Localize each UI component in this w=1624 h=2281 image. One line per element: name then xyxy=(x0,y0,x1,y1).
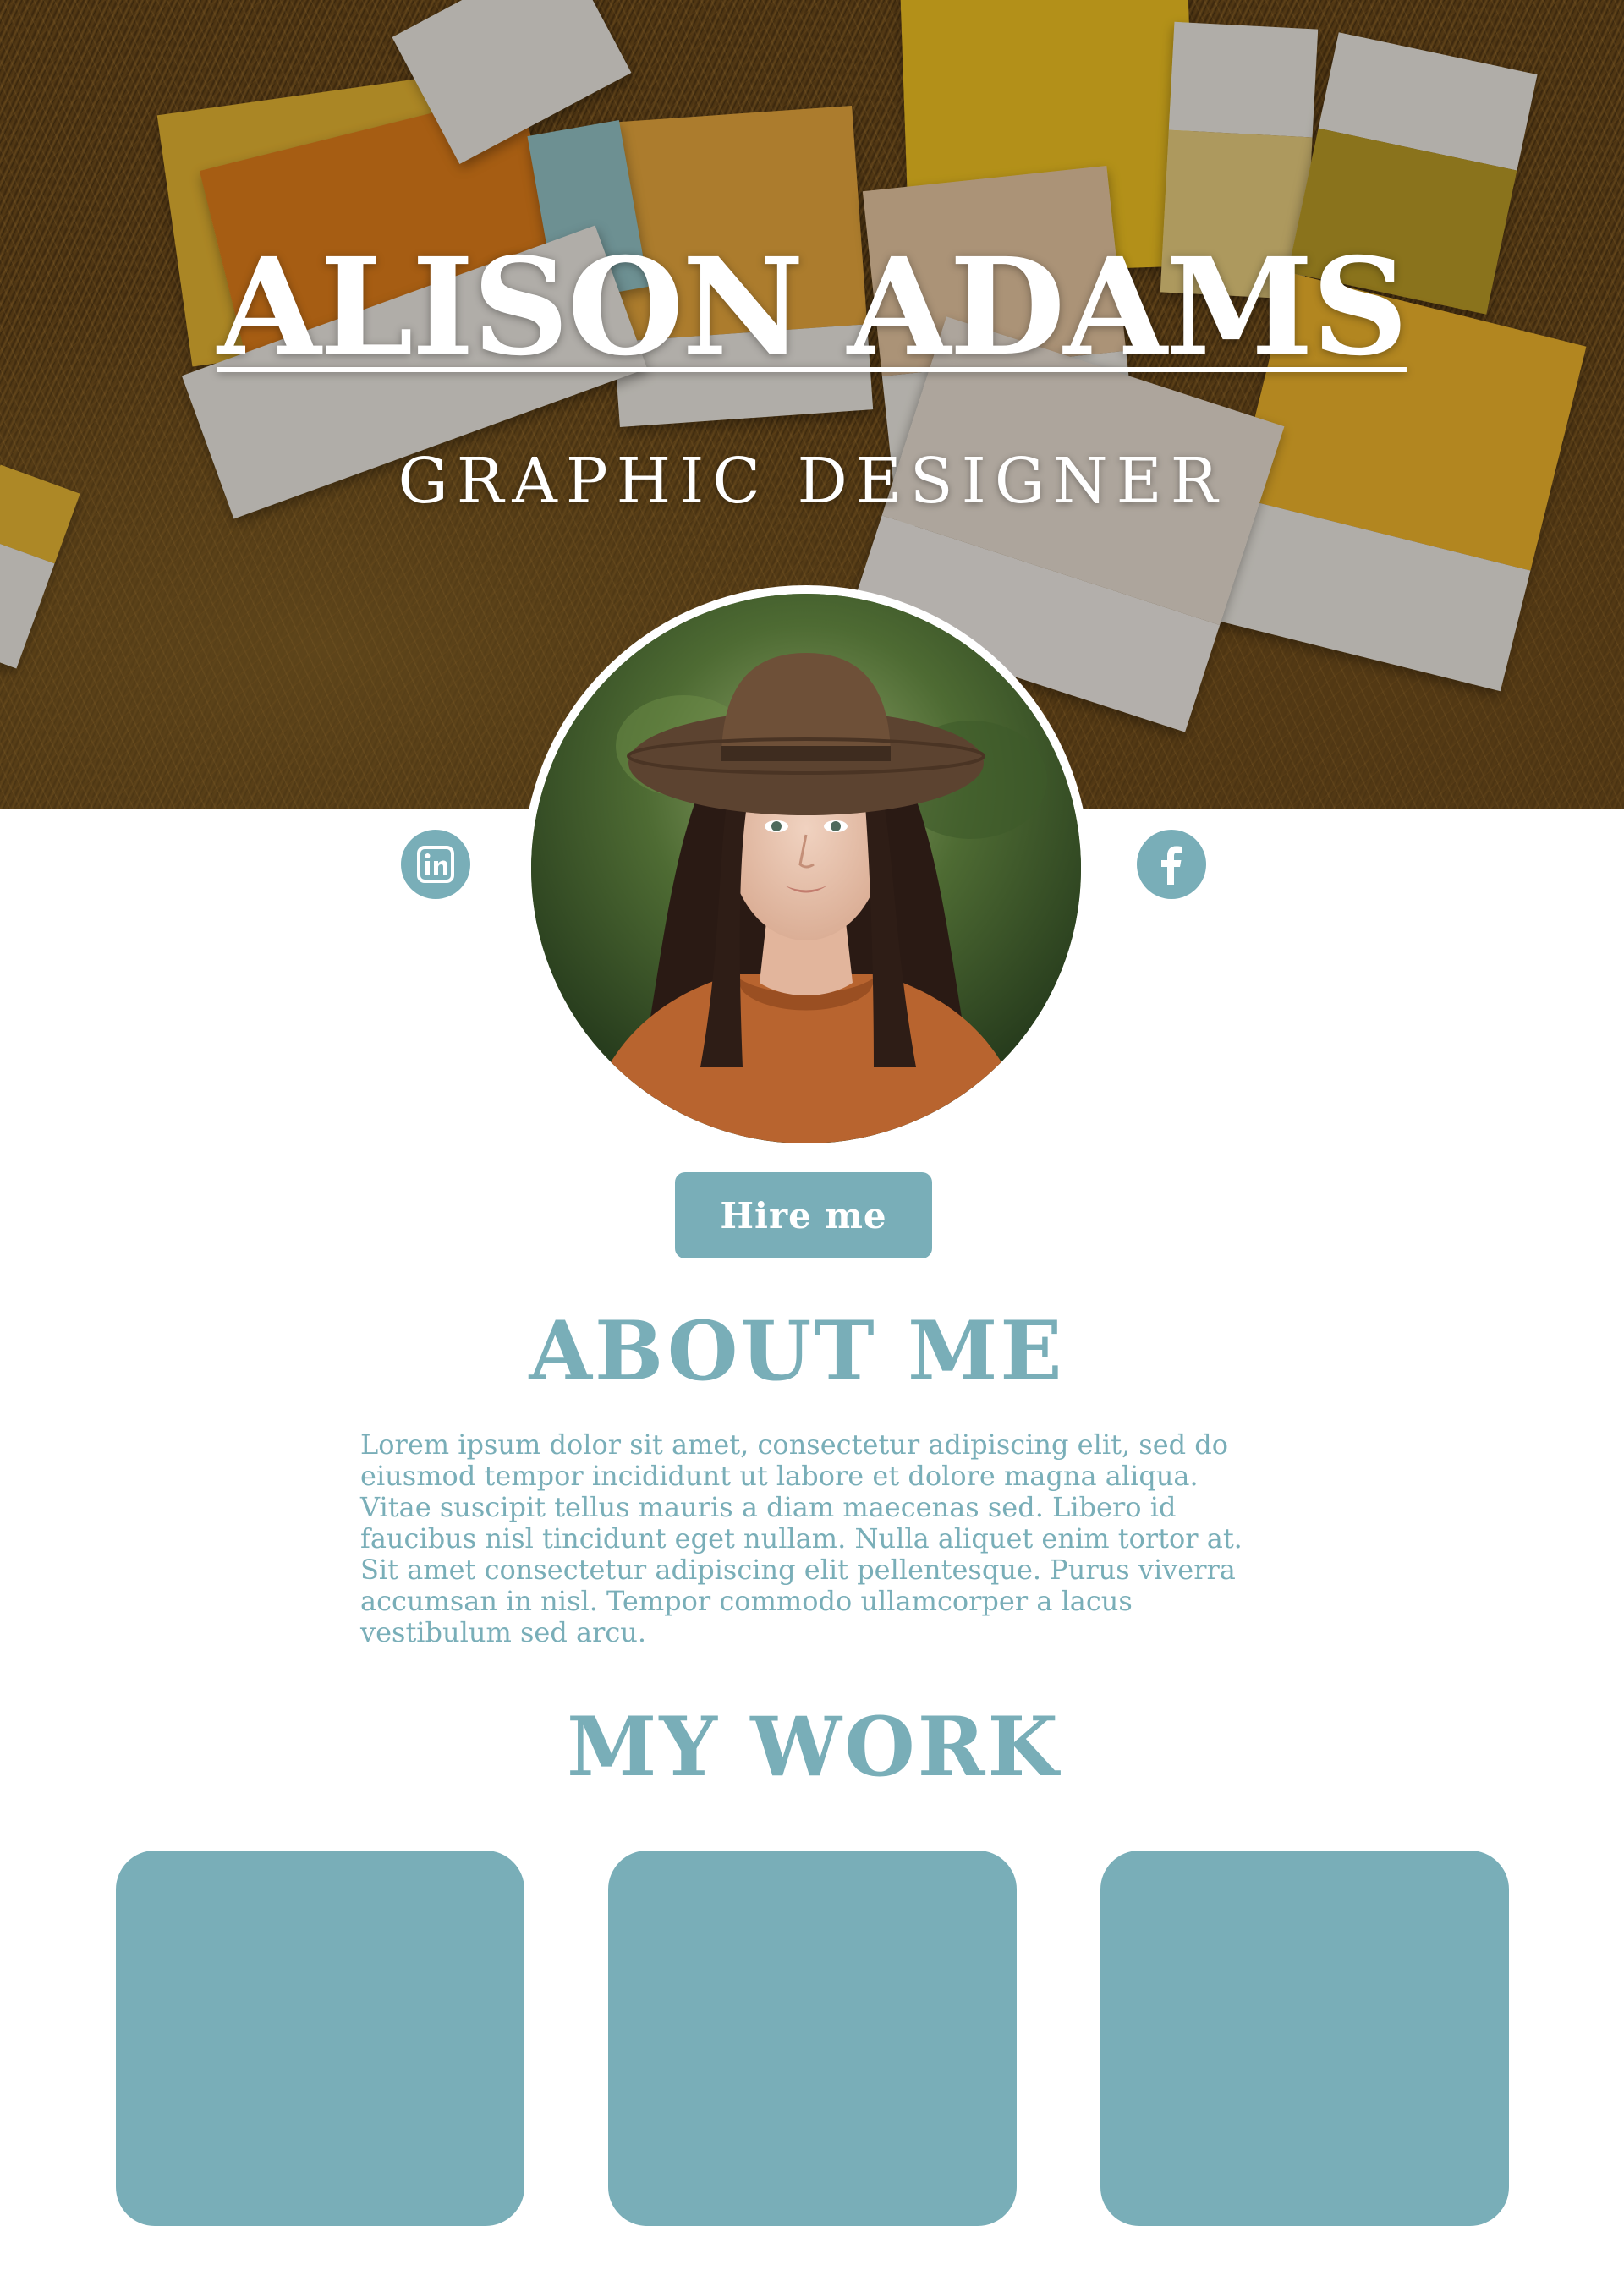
about-line: Vitae suscipit tellus mauris a diam maec… xyxy=(360,1491,1177,1523)
hero-role: GRAPHIC DESIGNER xyxy=(398,445,1226,518)
about-line: faucibus nisl tincidunt eget nullam. Nul… xyxy=(360,1522,1243,1554)
hire-me-button[interactable]: Hire me xyxy=(675,1172,932,1258)
portrait-photo xyxy=(531,594,1081,1143)
linkedin-glyph xyxy=(417,846,454,883)
avatar xyxy=(523,585,1089,1152)
about-line: vestibulum sed arcu. xyxy=(360,1616,647,1648)
facebook-glyph xyxy=(1161,846,1182,885)
work-card[interactable] xyxy=(116,1851,524,2226)
about-line: Sit amet consectetur adipiscing elit pel… xyxy=(360,1554,1236,1586)
work-card[interactable] xyxy=(608,1851,1017,2226)
facebook-icon[interactable] xyxy=(1137,830,1206,899)
about-line: accumsan in nisl. Tempor commodo ullamco… xyxy=(360,1585,1133,1617)
about-line: Lorem ipsum dolor sit amet, consectetur … xyxy=(360,1428,1229,1461)
work-card[interactable] xyxy=(1100,1851,1509,2226)
about-title: ABOUT ME xyxy=(529,1303,1065,1399)
about-line: eiusmod tempor incididunt ut labore et d… xyxy=(360,1460,1199,1492)
about-text: Lorem ipsum dolor sit amet, consectetur … xyxy=(360,1429,1274,1648)
work-title: MY WORK xyxy=(567,1699,1061,1795)
hero-name: ALISON ADAMS xyxy=(217,229,1408,386)
linkedin-icon[interactable] xyxy=(401,830,470,899)
